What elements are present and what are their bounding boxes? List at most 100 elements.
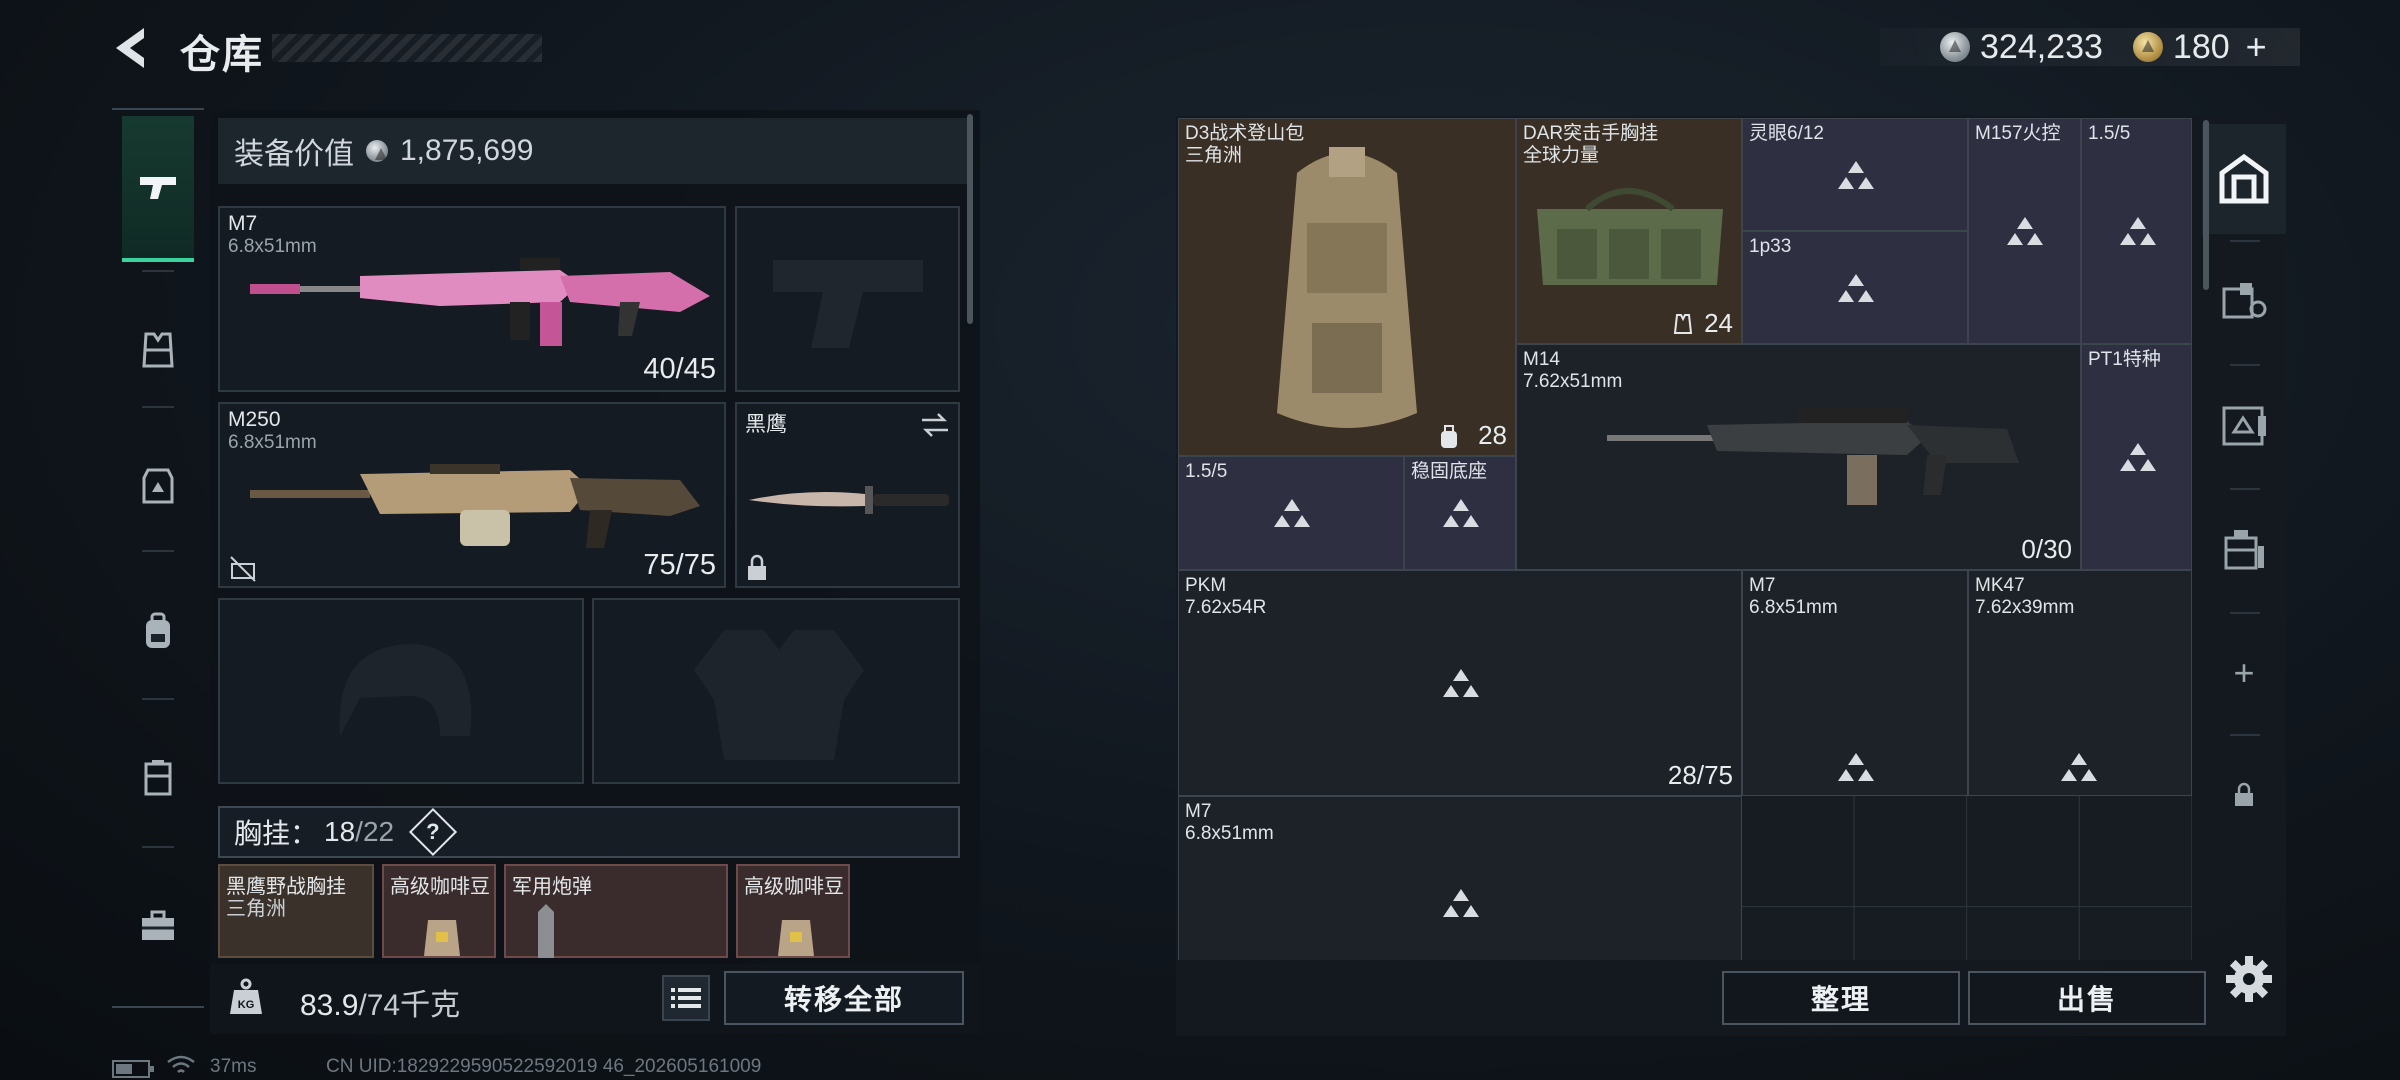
toolbox-icon xyxy=(142,910,174,940)
user-uid: CN UID:1829229590522592019 46_2026051610… xyxy=(326,1056,762,1077)
backpack-icon xyxy=(146,612,170,648)
container-icon xyxy=(144,760,172,796)
knife-image xyxy=(749,486,949,514)
storage-tab-safe-box[interactable] xyxy=(2202,370,2286,480)
unknown-item-icon xyxy=(1274,499,1310,527)
chest-rig-capacity-bar: 胸挂： 18 /22 ? xyxy=(218,806,960,858)
swap-icon[interactable] xyxy=(920,412,950,438)
max-weight: /74千克 xyxy=(358,989,461,1022)
weapon-name: M250 xyxy=(228,408,281,431)
chest-rig-total: /22 xyxy=(355,816,395,847)
equipment-value: 1,875,699 xyxy=(400,134,534,167)
coffee-bean-item[interactable]: 高级咖啡豆 xyxy=(382,864,496,958)
unknown-item-icon xyxy=(2120,443,2156,471)
silver-currency-value: 324,233 xyxy=(1980,27,2103,66)
back-arrow-icon[interactable] xyxy=(108,24,152,72)
sidearm-slot[interactable] xyxy=(735,206,960,392)
equipment-value-label: 装备价值 xyxy=(234,138,354,171)
primary-weapon-slot[interactable]: M7 6.8x51mm 40/45 xyxy=(218,206,726,392)
lock-icon xyxy=(748,554,766,580)
list-view-button[interactable] xyxy=(662,975,710,1021)
storage-item-m14-rifle[interactable]: M14 7.62x51mm 0/30 xyxy=(1516,344,2081,570)
chest-rig-item[interactable]: 黑鹰野战胸挂 三角洲 xyxy=(218,864,374,958)
category-sidebar xyxy=(112,108,204,1008)
shell-icon xyxy=(538,904,554,958)
category-chest-rig[interactable] xyxy=(112,280,204,420)
storage-item-m7[interactable]: M7 6.8x51mm xyxy=(1178,796,1742,960)
coffee-bag-icon xyxy=(778,920,814,956)
wifi-icon xyxy=(167,1055,195,1073)
unknown-item-icon xyxy=(1443,499,1479,527)
pistol-silhouette-icon xyxy=(773,260,923,348)
sort-button[interactable]: 整理 xyxy=(1722,971,1960,1025)
storage-item-fire-control[interactable]: M157火控 xyxy=(1968,118,2081,344)
backpack-image xyxy=(1277,147,1417,428)
military-shell-item[interactable]: 军用炮弹 xyxy=(504,864,728,958)
sell-button[interactable]: 出售 xyxy=(1968,971,2206,1025)
storage-item-1p33[interactable]: 1p33 xyxy=(1742,231,1968,344)
storage-tab-main[interactable] xyxy=(2202,124,2286,234)
unknown-item-icon xyxy=(2007,217,2043,245)
storage-item-scope[interactable]: 灵眼6/12 xyxy=(1742,118,1968,231)
silver-coin-icon xyxy=(366,140,388,162)
chest-rig-used: 18 xyxy=(324,816,356,847)
transfer-all-button[interactable]: 转移全部 xyxy=(724,971,964,1025)
armor-icon xyxy=(142,468,174,504)
weapon-ammo-count: 40/45 xyxy=(643,353,716,385)
storage-item-pt1[interactable]: PT1特种 xyxy=(2081,344,2192,570)
ping-readout: 37ms xyxy=(210,1056,257,1077)
storage-item-m7[interactable]: M7 6.8x51mm xyxy=(1742,570,1968,796)
storage-grid: D3战术登山包 三角洲 28 DAR突击手胸挂 全球力量 24 灵眼6/12 M… xyxy=(1178,118,2192,960)
category-toolbox[interactable] xyxy=(112,856,204,996)
unknown-item-icon xyxy=(1838,274,1874,302)
storage-item-pkm[interactable]: PKM 7.62x54R 28/75 xyxy=(1178,570,1742,796)
add-currency-button[interactable]: + xyxy=(2246,26,2267,68)
helmet-slot[interactable] xyxy=(218,598,584,784)
helmet-silhouette-icon xyxy=(339,644,472,736)
locked-storage-slot[interactable] xyxy=(2202,740,2286,850)
storage-item-backpack[interactable]: D3战术登山包 三角洲 28 xyxy=(1178,118,1516,456)
pistol-icon xyxy=(140,177,176,199)
weight-kg-icon: KG xyxy=(230,978,262,1014)
lock-icon xyxy=(2235,782,2253,806)
storage-item-chest-rig[interactable]: DAR突击手胸挂 全球力量 24 xyxy=(1516,118,1742,344)
equipment-scrollbar[interactable] xyxy=(967,114,973,324)
armor-slot[interactable] xyxy=(592,598,960,784)
coffee-bag-icon xyxy=(424,920,460,956)
chest-rig-label: 胸挂： xyxy=(234,818,319,849)
storage-item-scope-1-5x[interactable]: 1.5/5 xyxy=(1178,456,1404,570)
unknown-item-icon xyxy=(1838,753,1874,781)
storage-item-mk47[interactable]: MK47 7.62x39mm xyxy=(1968,570,2192,796)
weight-readout: 83.9/74千克 xyxy=(300,980,460,1024)
weapon-ammo-count: 75/75 xyxy=(643,549,716,581)
weapon-ammo-count: 28/75 xyxy=(1667,760,1733,790)
list-icon xyxy=(671,988,701,1008)
m14-rifle-image xyxy=(1607,407,2019,505)
storage-tab-extension[interactable] xyxy=(2202,494,2286,604)
storage-scrollbar[interactable] xyxy=(2203,120,2209,290)
storage-item-scope-1-5x[interactable]: 1.5/5 xyxy=(2081,118,2192,344)
category-armor[interactable] xyxy=(112,416,204,556)
storage-tab-workbench[interactable] xyxy=(2202,246,2286,356)
coffee-bean-item[interactable]: 高级咖啡豆 xyxy=(736,864,850,958)
storage-item-stable-base[interactable]: 稳固底座 xyxy=(1404,456,1516,570)
equipment-value-bar: 装备价值 1,875,699 xyxy=(218,118,968,184)
silver-coin-icon xyxy=(1940,32,1970,62)
page-title: 仓库 xyxy=(180,33,264,77)
battery-icon xyxy=(112,1060,154,1078)
workbench-icon xyxy=(2222,283,2267,319)
add-storage-button[interactable]: + xyxy=(2202,618,2286,728)
secondary-weapon-slot[interactable]: M250 6.8x51mm 75/75 xyxy=(218,402,726,588)
category-container[interactable] xyxy=(112,708,204,848)
category-weapons[interactable] xyxy=(122,116,194,262)
weapon-ammo-count: 0/30 xyxy=(2021,534,2072,564)
settings-gear-icon[interactable] xyxy=(2224,954,2274,1004)
melee-slot[interactable]: 黑鹰 xyxy=(735,402,960,588)
vest-small-icon xyxy=(1673,314,1693,334)
category-backpack[interactable] xyxy=(112,562,204,702)
help-button[interactable]: ? xyxy=(409,807,458,857)
chest-rig-image xyxy=(1537,188,1723,285)
extension-box-icon xyxy=(2224,530,2264,570)
backpack-small-icon xyxy=(1441,425,1457,448)
m7-rifle-image xyxy=(250,258,710,346)
